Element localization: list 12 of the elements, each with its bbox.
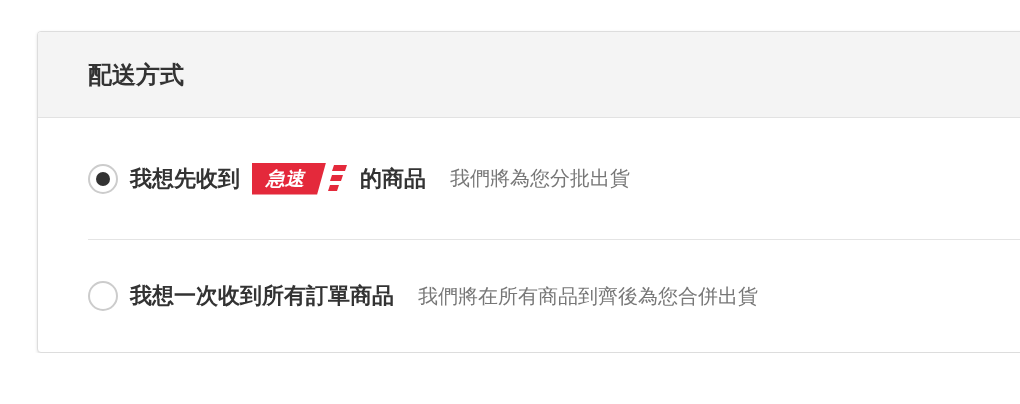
- option-row[interactable]: 我想一次收到所有訂單商品 我們將在所有商品到齊後為您合併出貨: [88, 240, 1020, 352]
- radio-button[interactable]: [88, 281, 118, 311]
- option-label: 我想先收到: [130, 164, 240, 193]
- option-label: 的商品: [360, 164, 426, 193]
- option-note: 我們將在所有商品到齊後為您合併出貨: [418, 282, 758, 310]
- option-note: 我們將為您分批出貨: [450, 165, 630, 192]
- panel-header: 配送方式: [38, 32, 1020, 118]
- option-row[interactable]: 我想先收到 急速 的商品 我們將為您分批出貨: [88, 118, 1020, 239]
- radio-button[interactable]: [88, 163, 118, 194]
- option-label: 我想一次收到所有訂單商品: [130, 282, 394, 310]
- speed-lines-icon: [328, 163, 348, 194]
- express-badge: 急速: [252, 162, 326, 195]
